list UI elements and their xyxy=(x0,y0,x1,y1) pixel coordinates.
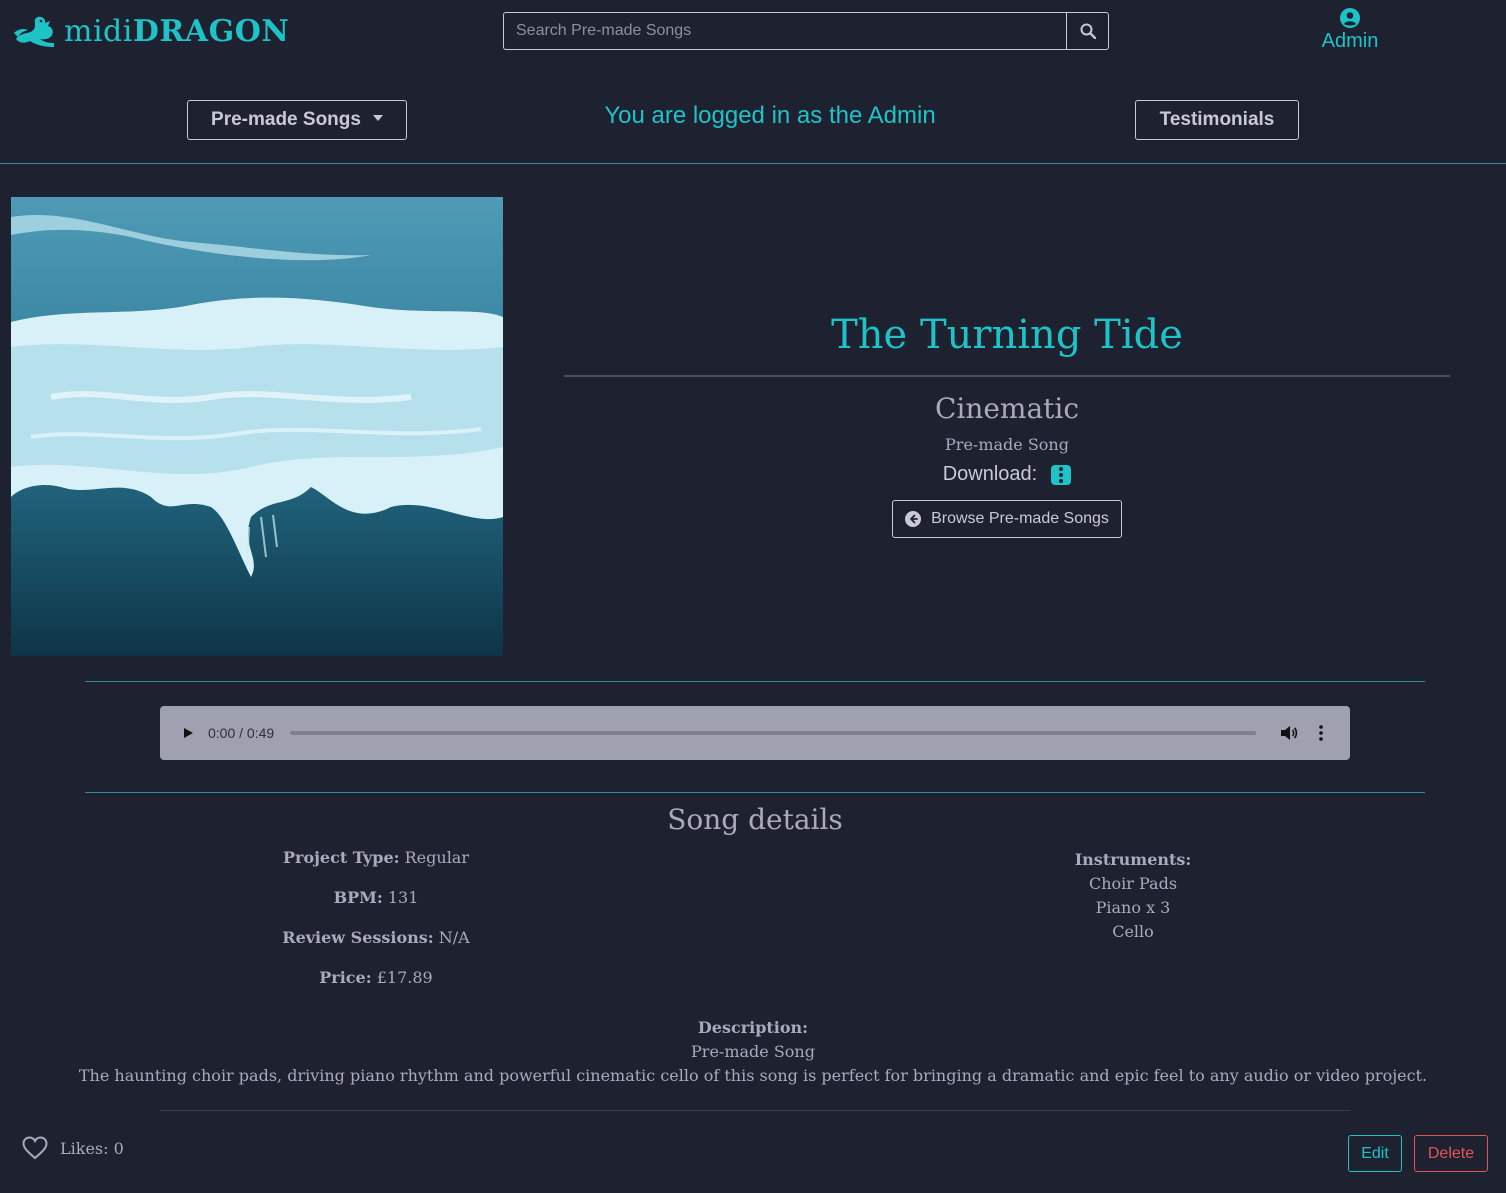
brand-name-light: midi xyxy=(64,13,133,49)
chevron-down-icon xyxy=(372,115,383,121)
search-button[interactable] xyxy=(1067,12,1109,50)
song-title: The Turning Tide xyxy=(831,312,1183,358)
premade-songs-dropdown[interactable]: Pre-made Songs xyxy=(187,100,407,140)
likes-row: Likes: 0 xyxy=(22,1136,124,1160)
download-menu-icon[interactable] xyxy=(1051,464,1072,485)
brand-name: midiDRAGON xyxy=(64,14,289,49)
instrument-item: Cello xyxy=(1112,922,1154,941)
heart-icon[interactable] xyxy=(22,1136,48,1160)
song-type: Pre-made Song xyxy=(945,435,1069,454)
project-type-detail: Project Type: Regular xyxy=(166,848,586,867)
more-vertical-icon xyxy=(1319,725,1323,741)
instruments-list: Instruments: Choir Pads Piano x 3 Cello xyxy=(983,848,1283,944)
song-genre: Cinematic xyxy=(934,392,1080,425)
bpm-label: BPM: xyxy=(333,888,383,907)
audio-player: 0:00 / 0:49 xyxy=(160,706,1350,760)
instrument-item: Piano x 3 xyxy=(1095,898,1171,917)
admin-label: Admin xyxy=(1321,30,1379,52)
play-button[interactable] xyxy=(178,723,198,743)
dragon-logo-icon xyxy=(14,16,54,47)
testimonials-button[interactable]: Testimonials xyxy=(1135,100,1299,140)
volume-button[interactable] xyxy=(1278,722,1300,744)
review-sessions-value: N/A xyxy=(438,928,470,947)
song-details-heading: Song details xyxy=(667,803,843,836)
project-type-value: Regular xyxy=(404,848,469,867)
download-row: Download: xyxy=(564,463,1450,486)
logged-in-message: You are logged in as the Admin xyxy=(604,102,936,129)
likes-count: 0 xyxy=(113,1138,124,1158)
audio-time: 0:00 / 0:49 xyxy=(208,725,275,741)
instrument-item: Choir Pads xyxy=(1088,874,1178,893)
likes-label: Likes: xyxy=(60,1138,109,1158)
edit-button[interactable]: Edit xyxy=(1348,1135,1402,1172)
description-block: Description: Pre-made Song The haunting … xyxy=(0,1016,1506,1088)
title-divider xyxy=(564,375,1450,377)
project-type-label: Project Type: xyxy=(283,848,400,867)
footer-divider xyxy=(160,1110,1350,1111)
search-input[interactable] xyxy=(503,12,1067,50)
browse-premade-songs-button[interactable]: Browse Pre-made Songs xyxy=(892,500,1122,538)
site-logo[interactable]: midiDRAGON xyxy=(12,12,289,50)
arrow-left-circle-icon xyxy=(905,511,922,527)
bpm-detail: BPM: 131 xyxy=(166,888,586,907)
review-sessions-detail: Review Sessions: N/A xyxy=(166,928,586,947)
review-sessions-label: Review Sessions: xyxy=(282,928,434,947)
audio-options-button[interactable] xyxy=(1310,722,1332,744)
description-type: Pre-made Song xyxy=(691,1042,815,1061)
search-form xyxy=(503,12,1109,50)
instruments-label: Instruments: xyxy=(1074,850,1192,869)
admin-account-link[interactable]: Admin xyxy=(1300,8,1400,53)
description-label: Description: xyxy=(697,1018,809,1037)
brand-name-bold: DRAGON xyxy=(132,13,290,49)
audio-progress-bar[interactable] xyxy=(290,731,1256,735)
price-value: £17.89 xyxy=(376,968,433,987)
premade-songs-dropdown-label: Pre-made Songs xyxy=(211,109,361,130)
search-icon xyxy=(1080,23,1096,39)
bpm-value: 131 xyxy=(387,888,419,907)
section-divider xyxy=(85,681,1425,682)
browse-button-label: Browse Pre-made Songs xyxy=(931,510,1109,527)
description-text: The haunting choir pads, driving piano r… xyxy=(78,1066,1428,1085)
section-divider xyxy=(85,792,1425,793)
price-detail: Price: £17.89 xyxy=(166,968,586,987)
song-cover-image xyxy=(11,197,503,656)
play-icon xyxy=(184,728,193,738)
download-label: Download: xyxy=(942,463,1038,485)
price-label: Price: xyxy=(319,968,372,987)
user-circle-icon xyxy=(1340,8,1360,28)
volume-icon xyxy=(1281,726,1298,740)
header-divider xyxy=(0,163,1506,164)
delete-button[interactable]: Delete xyxy=(1414,1135,1488,1172)
ocean-wave-artwork xyxy=(11,197,503,656)
